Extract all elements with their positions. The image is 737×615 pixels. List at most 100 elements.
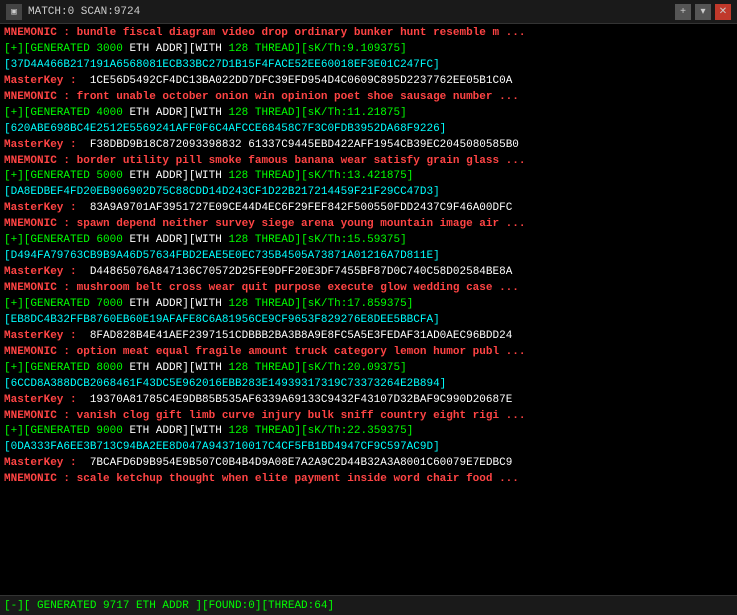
terminal-line: MNEMONIC : mushroom belt cross wear quit…	[4, 281, 733, 297]
generated-label: [+][GENERATED	[4, 362, 96, 374]
hex-address: [D494FA79763CB9B9A46D57634FBD2EAE5E0EC73…	[4, 250, 440, 262]
terminal-line: MasterKey : 19370A81785C4E9DB85B535AF633…	[4, 393, 733, 409]
thread-count: 128	[228, 298, 254, 310]
mnemonic-line: MNEMONIC : option meat equal fragile amo…	[4, 346, 526, 358]
terminal-line: MNEMONIC : front unable october onion wi…	[4, 90, 733, 106]
thread-label: THREAD][sK/Th:	[255, 43, 347, 55]
eth-addr-label: ETH ADDR][WITH	[129, 234, 228, 246]
titlebar-plus-button[interactable]: +	[675, 4, 691, 20]
eth-addr-label: ETH ADDR][WITH	[129, 170, 228, 182]
thread-label: THREAD][sK/Th:	[255, 362, 347, 374]
terminal-line: MNEMONIC : scale ketchup thought when el…	[4, 472, 733, 488]
terminal-line: MasterKey : 7BCAFD6D9B954E9B507C0B4B4D9A…	[4, 456, 733, 472]
terminal-line: MasterKey : F38DBD9B18C872093398832 6133…	[4, 138, 733, 154]
gen-number: 3000	[96, 43, 129, 55]
status-bar: [-][ GENERATED 9717 ETH ADDR ][FOUND:0][…	[0, 595, 737, 615]
thread-count: 128	[228, 107, 254, 119]
eth-addr-label: ETH ADDR][WITH	[129, 425, 228, 437]
generated-label: [+][GENERATED	[4, 107, 96, 119]
terminal-line: [0DA333FA6EE3B713C94BA2EE8D047A943710017…	[4, 440, 733, 456]
terminal-line: MasterKey : D44865076A847136C70572D25FE9…	[4, 265, 733, 281]
terminal-line: MNEMONIC : option meat equal fragile amo…	[4, 345, 733, 361]
terminal-line: [+][GENERATED 8000 ETH ADDR][WITH 128 TH…	[4, 361, 733, 377]
terminal-line: MNEMONIC : vanish clog gift limb curve i…	[4, 409, 733, 425]
thread-label: THREAD][sK/Th:	[255, 107, 347, 119]
thread-label: THREAD][sK/Th:	[255, 298, 347, 310]
thread-count: 128	[228, 43, 254, 55]
titlebar-dropdown-button[interactable]: ▾	[695, 4, 711, 20]
mnemonic-line: MNEMONIC : bundle fiscal diagram video d…	[4, 27, 526, 39]
generated-label: [+][GENERATED	[4, 425, 96, 437]
terminal-line: MasterKey : 1CE56D5492CF4DC13BA022DD7DFC…	[4, 74, 733, 90]
mnemonic-line: MNEMONIC : scale ketchup thought when el…	[4, 473, 519, 485]
sk-value: 22.359375	[347, 425, 406, 437]
hex-address: [6CCD8A388DCB2068461F43DC5E962016EBB283E…	[4, 378, 446, 390]
masterkey-value: 1CE56D5492CF4DC13BA022DD7DFC39EFD954D4C0…	[77, 75, 513, 87]
sk-value: 17.859375	[347, 298, 406, 310]
titlebar: ▣ MATCH:0 SCAN:9724 + ▾ ✕	[0, 0, 737, 24]
sk-value: 15.59375	[347, 234, 400, 246]
window-title: MATCH:0 SCAN:9724	[28, 6, 675, 18]
gen-number: 9000	[96, 425, 129, 437]
gen-suffix: ]	[407, 298, 414, 310]
generated-label: [+][GENERATED	[4, 43, 96, 55]
eth-addr-label: ETH ADDR][WITH	[129, 43, 228, 55]
eth-addr-label: ETH ADDR][WITH	[129, 107, 228, 119]
hex-address: [DA8EDBEF4FD20EB906902D75C88CDD14D243CF1…	[4, 186, 440, 198]
gen-suffix: ]	[407, 425, 414, 437]
thread-count: 128	[228, 234, 254, 246]
terminal-line: [+][GENERATED 7000 ETH ADDR][WITH 128 TH…	[4, 297, 733, 313]
masterkey-label: MasterKey :	[4, 75, 77, 87]
thread-label: THREAD][sK/Th:	[255, 170, 347, 182]
sk-value: 13.421875	[347, 170, 406, 182]
terminal-line: [+][GENERATED 9000 ETH ADDR][WITH 128 TH…	[4, 424, 733, 440]
hex-address: [EB8DC4B32FFB8760EB60E19AFAFE8C6A81956CE…	[4, 314, 440, 326]
eth-addr-label: ETH ADDR][WITH	[129, 298, 228, 310]
terminal-line: [DA8EDBEF4FD20EB906902D75C88CDD14D243CF1…	[4, 185, 733, 201]
gen-suffix: ]	[400, 43, 407, 55]
terminal-line: [+][GENERATED 4000 ETH ADDR][WITH 128 TH…	[4, 106, 733, 122]
generated-label: [+][GENERATED	[4, 298, 96, 310]
terminal-line: [D494FA79763CB9B9A46D57634FBD2EAE5E0EC73…	[4, 249, 733, 265]
masterkey-value: 83A9A9701AF3951727E09CE44D4EC6F29FEF842F…	[77, 202, 513, 214]
mnemonic-line: MNEMONIC : vanish clog gift limb curve i…	[4, 410, 526, 422]
gen-number: 4000	[96, 107, 129, 119]
masterkey-label: MasterKey :	[4, 330, 77, 342]
terminal-line: MasterKey : 83A9A9701AF3951727E09CE44D4E…	[4, 201, 733, 217]
terminal-line: MasterKey : 8FAD828B4E41AEF2397151CDBBB2…	[4, 329, 733, 345]
sk-value: 11.21875	[347, 107, 400, 119]
app-icon: ▣	[6, 4, 22, 20]
thread-label: THREAD][sK/Th:	[255, 425, 347, 437]
sk-value: 9.109375	[347, 43, 400, 55]
masterkey-label: MasterKey :	[4, 394, 77, 406]
hex-address: [37D4A466B217191A6568081ECB33BC27D1B15F4…	[4, 59, 440, 71]
titlebar-close-button[interactable]: ✕	[715, 4, 731, 20]
masterkey-value: 7BCAFD6D9B954E9B507C0B4B4D9A08E7A2A9C2D4…	[77, 457, 513, 469]
thread-count: 128	[228, 170, 254, 182]
masterkey-label: MasterKey :	[4, 139, 77, 151]
masterkey-label: MasterKey :	[4, 457, 77, 469]
gen-suffix: ]	[400, 362, 407, 374]
thread-count: 128	[228, 425, 254, 437]
gen-number: 5000	[96, 170, 129, 182]
mnemonic-line: MNEMONIC : mushroom belt cross wear quit…	[4, 282, 519, 294]
hex-address: [620ABE698BC4E2512E5569241AFF0F6C4AFCCE6…	[4, 123, 446, 135]
gen-number: 6000	[96, 234, 129, 246]
hex-address: [0DA333FA6EE3B713C94BA2EE8D047A943710017…	[4, 441, 440, 453]
thread-count: 128	[228, 362, 254, 374]
terminal-line: [+][GENERATED 3000 ETH ADDR][WITH 128 TH…	[4, 42, 733, 58]
mnemonic-line: MNEMONIC : front unable october onion wi…	[4, 91, 519, 103]
status-text: [-][ GENERATED 9717 ETH ADDR ][FOUND:0][…	[4, 600, 334, 612]
masterkey-value: 8FAD828B4E41AEF2397151CDBBB2BA3B8A9E8FC5…	[77, 330, 513, 342]
gen-suffix: ]	[400, 107, 407, 119]
terminal-output: MNEMONIC : bundle fiscal diagram video d…	[0, 24, 737, 595]
masterkey-value: D44865076A847136C70572D25FE9DFF20E3DF745…	[77, 266, 513, 278]
gen-number: 8000	[96, 362, 129, 374]
terminal-line: [+][GENERATED 6000 ETH ADDR][WITH 128 TH…	[4, 233, 733, 249]
gen-suffix: ]	[400, 234, 407, 246]
terminal-line: [EB8DC4B32FFB8760EB60E19AFAFE8C6A81956CE…	[4, 313, 733, 329]
terminal-line: [37D4A466B217191A6568081ECB33BC27D1B15F4…	[4, 58, 733, 74]
window-controls: + ▾ ✕	[675, 4, 731, 20]
terminal-line: [6CCD8A388DCB2068461F43DC5E962016EBB283E…	[4, 377, 733, 393]
generated-label: [+][GENERATED	[4, 170, 96, 182]
